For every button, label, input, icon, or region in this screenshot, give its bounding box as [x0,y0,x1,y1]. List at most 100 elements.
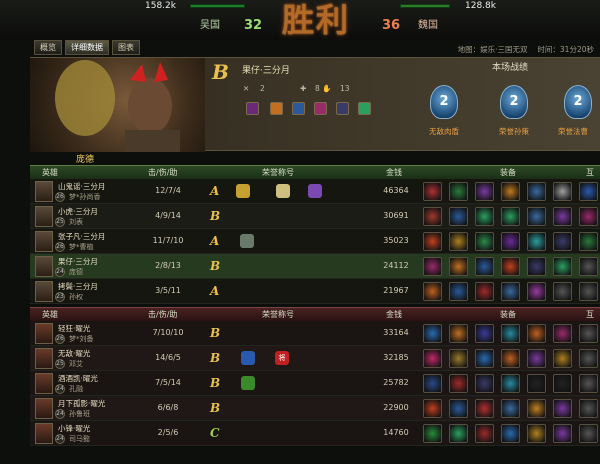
item-icon[interactable] [501,182,520,201]
item-icon[interactable] [423,282,442,301]
table-row[interactable]: 24 酒酒凯·曜光 孔融 7/5/14 B 25782 [30,371,600,396]
col-equip: 装备 [500,310,516,319]
item-icon[interactable] [553,207,572,226]
item-icon[interactable] [579,282,598,301]
table-row[interactable]: 24 月下孤影·曜光 孙鲁班 6/6/8 B 22900 [30,396,600,421]
table-row[interactable]: 26 山鬼谣·三分月 梦*孙尚香 12/7/4 A 46364 [30,179,600,204]
item-icon[interactable] [553,374,572,393]
item-icon[interactable] [579,424,598,443]
item-icon[interactable] [527,207,546,226]
col-gold: 金钱 [386,310,402,319]
hero-avatar [35,256,53,277]
item-icon[interactable] [423,374,442,393]
item-icon[interactable] [501,282,520,301]
hero-name: 孔融 [69,385,83,393]
item-icon[interactable] [527,324,546,343]
item-icon[interactable] [475,257,494,276]
level-badge: 26 [55,334,65,344]
item-icon [270,102,283,115]
item-icon[interactable] [501,324,520,343]
item-icon[interactable] [449,182,468,201]
item-icon[interactable] [475,207,494,226]
item-icon[interactable] [553,349,572,368]
item-icon[interactable] [449,349,468,368]
item-icon[interactable] [527,349,546,368]
item-icon[interactable] [449,207,468,226]
item-icon[interactable] [501,424,520,443]
item-icon[interactable] [527,282,546,301]
assists-icon-glyph: ✋ [322,84,332,93]
table-row[interactable]: 23 拷鬓·三分月 孙权 3/5/11 A 21967 [30,279,600,304]
item-icon[interactable] [579,374,598,393]
item-icon[interactable] [553,257,572,276]
item-icon[interactable] [553,324,572,343]
item-icon[interactable] [423,207,442,226]
item-icon[interactable] [475,349,494,368]
item-icon[interactable] [501,232,520,251]
item-icon[interactable] [553,399,572,418]
item-icon[interactable] [501,207,520,226]
grade-value: A [210,234,220,248]
item-icon[interactable] [423,324,442,343]
item-icon[interactable] [423,349,442,368]
item-icon[interactable] [501,257,520,276]
level-badge: 24 [55,409,65,419]
item-icon[interactable] [553,424,572,443]
tab-detail[interactable]: 详细数据 [65,40,109,55]
table-row[interactable]: 25 无敌·曜光 邓艾 14/6/5 B 32185 将 [30,346,600,371]
item-icon[interactable] [579,207,598,226]
item-icon[interactable] [579,232,598,251]
item-icon[interactable] [449,374,468,393]
item-icon[interactable] [423,399,442,418]
item-icon[interactable] [449,424,468,443]
medal-icon: 2 [500,85,528,119]
item-icon[interactable] [501,399,520,418]
player-name: 无敌·曜光 [58,349,91,358]
item-icon[interactable] [423,424,442,443]
item-icon[interactable] [423,232,442,251]
item-icon[interactable] [475,282,494,301]
item-icon[interactable] [423,257,442,276]
item-icon[interactable] [579,182,598,201]
tab-chart[interactable]: 图表 [112,40,140,55]
item-icon[interactable] [527,257,546,276]
item-icon[interactable] [475,182,494,201]
item-icon[interactable] [553,282,572,301]
item-icon[interactable] [475,324,494,343]
item-icon[interactable] [527,182,546,201]
item-icon[interactable] [579,399,598,418]
item-icon[interactable] [475,399,494,418]
table-row[interactable]: 26 轻狂·曜光 梦*刘备 7/10/10 B 33164 [30,321,600,346]
player-name: 小锋·曜光 [58,424,91,433]
victory-banner: 胜利 [281,1,350,39]
item-icon[interactable] [527,232,546,251]
item-icon[interactable] [579,257,598,276]
item-icon[interactable] [449,282,468,301]
item-icon[interactable] [553,232,572,251]
tab-overview[interactable]: 概览 [34,40,62,55]
item-icon[interactable] [449,232,468,251]
item-icon[interactable] [579,349,598,368]
item-icon[interactable] [423,182,442,201]
item-icon[interactable] [501,349,520,368]
item-icon[interactable] [449,257,468,276]
table-row[interactable]: 24 小锋·曜光 司马懿 2/5/6 C 14760 [30,421,600,446]
item-icon[interactable] [527,374,546,393]
grade-value: B [210,209,221,223]
item-icon[interactable] [475,232,494,251]
item-icon[interactable] [475,374,494,393]
item-icon[interactable] [449,399,468,418]
item-icon[interactable] [527,424,546,443]
player-name: 山鬼谣·三分月 [58,182,106,191]
table-row[interactable]: 24 果仔·三分月 庞德 2/8/13 B 24112 [30,254,600,279]
item-icon[interactable] [527,399,546,418]
item-icon[interactable] [501,374,520,393]
item-icon[interactable] [475,424,494,443]
gold-value: 33164 [383,328,409,337]
item-icon[interactable] [553,182,572,201]
table-row[interactable]: 26 张子凡·三分月 梦*曹植 11/7/10 A 35023 [30,229,600,254]
hero-avatar [35,348,53,369]
item-icon[interactable] [449,324,468,343]
table-row[interactable]: 25 小虎·三分月 刘表 4/9/14 B 30691 [30,204,600,229]
item-icon[interactable] [579,324,598,343]
